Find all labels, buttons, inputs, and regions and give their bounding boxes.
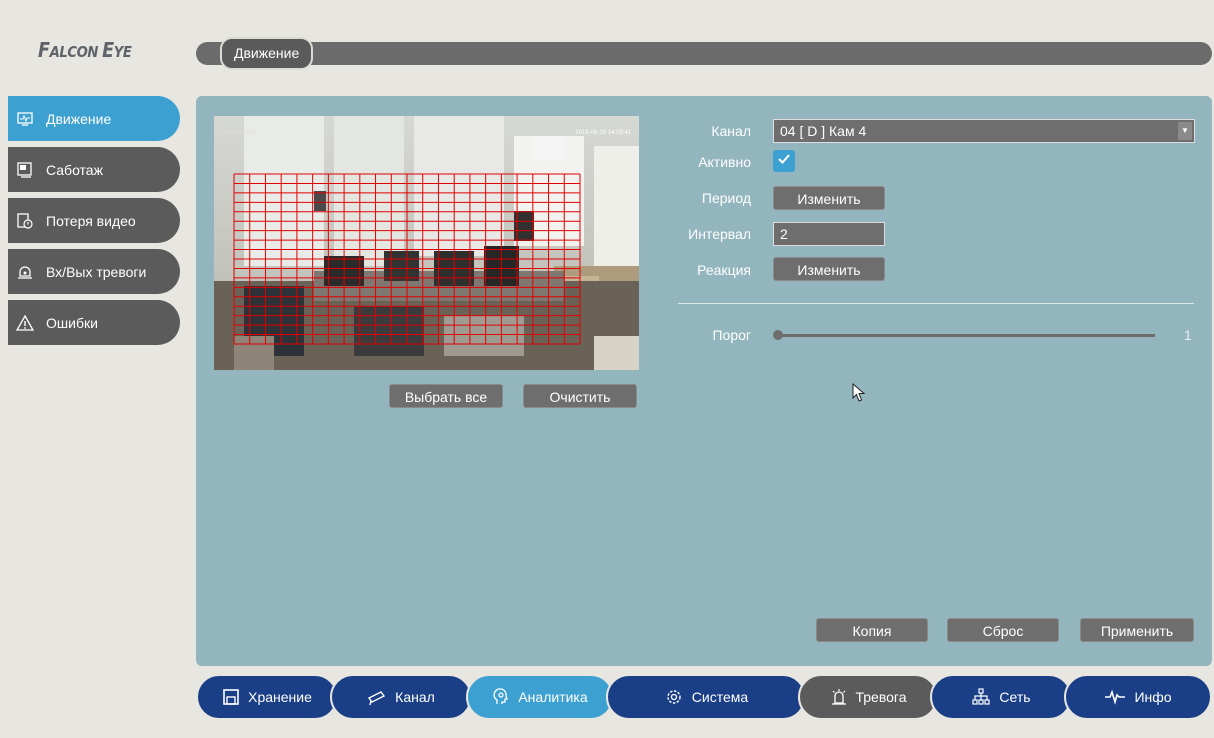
preview-timestamp: 2019-06-25 14:29:41 bbox=[575, 130, 631, 136]
nav-alarm[interactable]: Тревога bbox=[798, 674, 938, 720]
info-pulse-icon bbox=[1104, 689, 1126, 705]
sidebar: Движение Саботаж Потеря видео Вх/Вых тре… bbox=[8, 96, 180, 351]
check-icon bbox=[778, 154, 790, 164]
threshold-label: Порог bbox=[712, 327, 751, 343]
sidebar-item-sabotage[interactable]: Саботаж bbox=[8, 147, 180, 192]
chevron-down-icon: ▼ bbox=[1178, 122, 1192, 140]
nav-storage[interactable]: Хранение bbox=[196, 674, 338, 720]
camera-preview[interactable]: ● 250FPS 2019-06-25 14:29:41 bbox=[214, 116, 639, 370]
sidebar-item-label: Ошибки bbox=[46, 314, 98, 331]
sidebar-item-motion[interactable]: Движение bbox=[8, 96, 180, 141]
channel-select[interactable]: 04 [ D ] Кам 4 ▼ bbox=[773, 119, 1195, 143]
brand-logo: FALCON EYE bbox=[38, 38, 132, 62]
sidebar-item-label: Саботаж bbox=[46, 161, 103, 178]
interval-label: Интервал bbox=[688, 226, 751, 242]
apply-button[interactable]: Применить bbox=[1080, 618, 1194, 642]
threshold-slider-track[interactable] bbox=[777, 334, 1155, 337]
nav-label: Тревога bbox=[855, 689, 907, 705]
period-edit-button[interactable]: Изменить bbox=[773, 186, 885, 210]
threshold-slider-handle[interactable] bbox=[773, 330, 783, 340]
sidebar-item-label: Движение bbox=[46, 110, 112, 127]
active-checkbox[interactable] bbox=[773, 150, 795, 172]
nav-info[interactable]: Инфо bbox=[1064, 674, 1212, 720]
network-icon bbox=[971, 688, 991, 706]
divider bbox=[678, 303, 1194, 304]
nav-label: Сеть bbox=[999, 689, 1031, 705]
clear-button[interactable]: Очистить bbox=[523, 384, 637, 408]
sabotage-icon bbox=[16, 161, 34, 179]
reaction-label: Реакция bbox=[697, 262, 751, 278]
channel-label: Канал bbox=[711, 123, 751, 139]
interval-input[interactable]: 2 bbox=[773, 222, 885, 246]
nav-label: Аналитика bbox=[518, 689, 588, 705]
nav-label: Хранение bbox=[248, 689, 312, 705]
nav-label: Инфо bbox=[1134, 689, 1172, 705]
nav-system[interactable]: Система bbox=[606, 674, 806, 720]
reset-button[interactable]: Сброс bbox=[947, 618, 1059, 642]
reaction-edit-button[interactable]: Изменить bbox=[773, 257, 885, 281]
storage-icon bbox=[222, 688, 240, 706]
nav-network[interactable]: Сеть bbox=[930, 674, 1072, 720]
sidebar-item-label: Потеря видео bbox=[46, 212, 136, 229]
title-bar: Движение bbox=[196, 37, 1212, 70]
nav-label: Система bbox=[691, 689, 749, 705]
nav-analytics[interactable]: Аналитика bbox=[466, 674, 614, 720]
sidebar-item-alarm-io[interactable]: Вх/Вых тревоги bbox=[8, 249, 180, 294]
active-label: Активно bbox=[698, 154, 751, 170]
nav-label: Канал bbox=[395, 689, 435, 705]
analytics-icon bbox=[492, 688, 510, 706]
select-all-button[interactable]: Выбрать все bbox=[389, 384, 503, 408]
page-title-tab: Движение bbox=[220, 37, 314, 70]
video-loss-icon bbox=[16, 212, 34, 230]
sidebar-item-errors[interactable]: Ошибки bbox=[8, 300, 180, 345]
preview-stamp-left: ● 250FPS bbox=[228, 130, 255, 136]
bottom-nav: Хранение Канал Аналитика Система Тревога… bbox=[196, 674, 1212, 720]
alarm-icon bbox=[830, 688, 848, 706]
motion-icon bbox=[16, 110, 34, 128]
mouse-pointer-icon bbox=[852, 382, 866, 408]
motion-settings-panel: ● 250FPS 2019-06-25 14:29:41 Выбрать все… bbox=[196, 96, 1212, 666]
period-label: Период bbox=[701, 190, 751, 206]
warning-icon bbox=[16, 314, 34, 332]
threshold-value: 1 bbox=[1184, 327, 1192, 343]
copy-button[interactable]: Копия bbox=[816, 618, 928, 642]
alarm-io-icon bbox=[16, 263, 34, 281]
sidebar-item-label: Вх/Вых тревоги bbox=[46, 263, 147, 280]
nav-channel[interactable]: Канал bbox=[330, 674, 472, 720]
channel-select-value: 04 [ D ] Кам 4 bbox=[780, 123, 867, 139]
motion-detection-grid[interactable] bbox=[214, 116, 639, 370]
sidebar-item-video-loss[interactable]: Потеря видео bbox=[8, 198, 180, 243]
camera-icon bbox=[367, 688, 387, 706]
system-gear-icon bbox=[664, 687, 684, 707]
